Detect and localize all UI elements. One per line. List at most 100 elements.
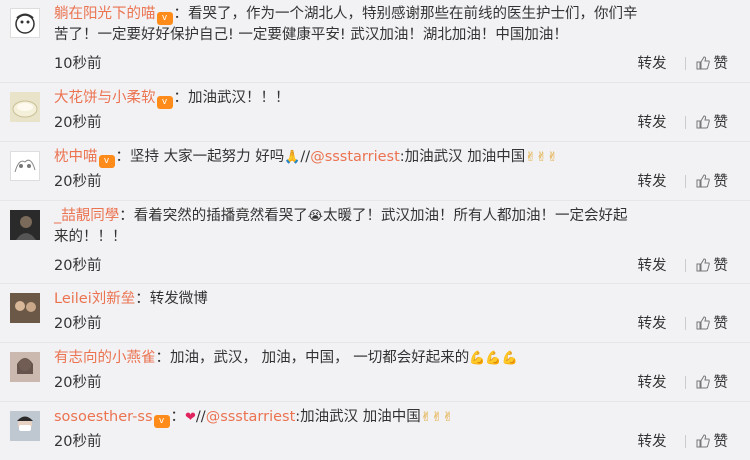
timestamp: 20秒前 (54, 258, 102, 274)
username-link[interactable]: 枕中喵 (54, 149, 98, 165)
timestamp: 20秒前 (54, 375, 102, 391)
like-label: 赞 (713, 434, 729, 450)
repost-button[interactable]: 转发 (638, 314, 667, 334)
girl-avatar[interactable] (10, 352, 40, 382)
comment-text: 有志向的小燕雀：加油，武汉， 加油，中国， 一切都会好起来的💪💪💪 (54, 348, 728, 369)
like-button[interactable]: 赞 (696, 54, 729, 74)
timestamp: 20秒前 (54, 434, 102, 450)
comment-meta: 20秒前 转发 赞 (54, 373, 728, 393)
comment-text-line2: 苦了！一定要好好保护自己! 一定要健康平安! 武汉加油！湖北加油！中国加油！ (54, 27, 568, 43)
thumbs-up-icon (696, 434, 710, 448)
vip-badge-icon: v (153, 415, 170, 428)
repost-button[interactable]: 转发 (638, 432, 667, 452)
divider (684, 259, 686, 272)
comment-text: 大花饼与小柔软 v ：加油武汉！！！ (54, 88, 728, 109)
timestamp: 20秒前 (54, 316, 102, 332)
divider (0, 82, 750, 83)
like-button[interactable]: 赞 (696, 172, 729, 192)
like-label: 赞 (713, 258, 729, 274)
divider (684, 57, 686, 70)
dark-portrait-avatar[interactable] (10, 210, 40, 240)
divider (684, 175, 686, 188)
repost-button[interactable]: 转发 (638, 172, 667, 192)
divider (0, 141, 750, 142)
username-link[interactable]: Leilei刘新垒 (54, 291, 135, 307)
divider (0, 342, 750, 343)
victory-hand-emoji-icon: ✌✌✌ (525, 150, 558, 165)
comment-meta: 10秒前 转发 赞 (54, 54, 728, 74)
divider (684, 435, 686, 448)
red-heart-emoji-icon: ❤ (185, 410, 196, 425)
crying-face-emoji-icon: 😭 (307, 209, 323, 224)
username-link[interactable]: 大花饼与小柔软 (54, 90, 156, 106)
comment-body-quoted: :加油武汉 加油中国 (399, 149, 526, 165)
comment-meta: 20秒前 转发 赞 (54, 314, 728, 334)
mention-link[interactable]: @ssstarriest (310, 149, 400, 165)
comment-text: sosoesther-ss v ：❤//@ssstarriest:加油武汉 加油中国… (54, 407, 728, 428)
comment-text-line1: ：看哭了，作为一个湖北人，特别感谢那些在前线的医生护士们，你们辛 (173, 6, 638, 22)
repost-button[interactable]: 转发 (638, 373, 667, 393)
comment-body: ：加油，武汉， 加油，中国， 一切都会好起来的 (155, 350, 470, 366)
comment-item: sosoesther-ss v ：❤//@ssstarriest:加油武汉 加油中国… (0, 407, 750, 457)
like-button[interactable]: 赞 (696, 432, 729, 452)
divider (0, 401, 750, 402)
thumbs-up-icon (696, 258, 710, 272)
like-label: 赞 (713, 174, 729, 190)
username-link[interactable]: 躺在阳光下的喵 (54, 6, 156, 22)
thumbs-up-icon (696, 316, 710, 330)
comment-text: 躺在阳光下的喵 v ：看哭了，作为一个湖北人，特别感谢那些在前线的医生护士们，你们辛… (54, 4, 728, 46)
repost-button[interactable]: 转发 (638, 256, 667, 276)
photo-avatar[interactable] (10, 293, 40, 323)
divider (684, 376, 686, 389)
vip-badge-icon: v (156, 96, 173, 109)
username-link[interactable]: sosoesther-ss (54, 409, 153, 425)
comment-item: 大花饼与小柔软 v ：加油武汉！！！ 20秒前 转发 赞 (0, 88, 750, 138)
comment-body: ：加油武汉！！！ (173, 90, 290, 106)
comment-text: 枕中喵 v ：坚持 大家一起努力 好吗🙏//@ssstarriest:加油武汉 加油… (54, 147, 728, 168)
food-avatar[interactable] (10, 92, 40, 122)
username-link[interactable]: 有志向的小燕雀 (54, 350, 156, 366)
divider (0, 200, 750, 201)
thumbs-up-icon (696, 115, 710, 129)
comment-text: Leilei刘新垒：转发微博 (54, 289, 728, 310)
username-link[interactable]: _喆靚同學 (54, 208, 119, 224)
masked-face-avatar[interactable] (10, 411, 40, 441)
repost-button[interactable]: 转发 (638, 54, 667, 74)
timestamp: 10秒前 (54, 56, 102, 72)
vip-badge-icon: v (98, 155, 115, 168)
victory-hand-emoji-icon: ✌✌✌ (420, 410, 454, 425)
repost-separator: // (195, 409, 206, 425)
comment-body: ： (170, 409, 186, 425)
like-label: 赞 (713, 375, 729, 391)
like-button[interactable]: 赞 (696, 314, 729, 334)
like-button[interactable]: 赞 (696, 256, 729, 276)
thumbs-up-icon (696, 56, 710, 70)
comment-item: Leilei刘新垒：转发微博 20秒前 转发 赞 (0, 289, 750, 339)
divider (684, 317, 686, 330)
like-label: 赞 (713, 56, 729, 72)
flexed-biceps-emoji-icon: 💪💪💪 (469, 351, 518, 366)
comment-meta: 20秒前 转发 赞 (54, 432, 728, 452)
comment-item: 枕中喵 v ：坚持 大家一起努力 好吗🙏//@ssstarriest:加油武汉 加油… (0, 147, 750, 197)
comment-meta: 20秒前 转发 赞 (54, 113, 728, 133)
like-button[interactable]: 赞 (696, 113, 729, 133)
comment-item: 有志向的小燕雀：加油，武汉， 加油，中国， 一切都会好起来的💪💪💪 20秒前 转… (0, 348, 750, 398)
mention-link[interactable]: @ssstarriest (206, 409, 296, 425)
divider (684, 116, 686, 129)
like-label: 赞 (713, 115, 729, 131)
comment-body: ：看着突然的插播竟然看哭了 (119, 208, 308, 224)
like-label: 赞 (713, 316, 729, 332)
timestamp: 20秒前 (54, 174, 102, 190)
comment-body-cont: 太暖了！武汉加油！所有人都加油！一定会好起 (322, 208, 628, 224)
comment-item: 躺在阳光下的喵 v ：看哭了，作为一个湖北人，特别感谢那些在前线的医生护士们，你们辛… (0, 4, 750, 76)
comment-body-quoted: :加油武汉 加油中国 (295, 409, 421, 425)
comment-text: _喆靚同學：看着突然的插播竟然看哭了😭太暖了！武汉加油！所有人都加油！一定会好起… (54, 206, 728, 248)
comment-item: _喆靚同學：看着突然的插播竟然看哭了😭太暖了！武汉加油！所有人都加油！一定会好起… (0, 206, 750, 278)
divider (0, 283, 750, 284)
repost-button[interactable]: 转发 (638, 113, 667, 133)
thumbs-up-icon (696, 174, 710, 188)
cartoon-face-avatar[interactable] (10, 8, 40, 38)
sketch-avatar[interactable] (10, 151, 40, 181)
like-button[interactable]: 赞 (696, 373, 729, 393)
vip-badge-icon: v (156, 12, 173, 25)
